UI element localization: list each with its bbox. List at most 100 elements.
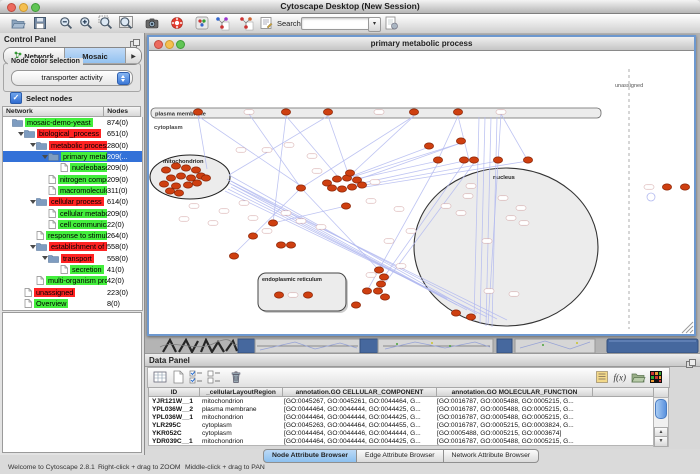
network-node[interactable] <box>183 182 192 188</box>
tree-row-metabolic-process[interactable]: metabolic process280(0) <box>3 140 142 151</box>
tree-expander-icon[interactable] <box>29 245 36 249</box>
network-node[interactable] <box>345 170 354 176</box>
network-node[interactable] <box>341 203 350 209</box>
network-node[interactable] <box>379 274 388 280</box>
network-node[interactable] <box>453 109 462 115</box>
table-row[interactable]: YJR121W__1mitochondrion[GO:0045267, GO:0… <box>149 397 654 405</box>
tab-network-attribute-browser[interactable]: Network Attribute Browser <box>444 449 540 463</box>
network-node[interactable] <box>174 190 183 196</box>
tree-column-nodes[interactable]: Nodes <box>104 106 141 117</box>
vizmapper-icon[interactable] <box>194 15 211 32</box>
network-node[interactable] <box>362 288 371 294</box>
tree-row-nitrogen-compo[interactable]: nitrogen compo209(0) <box>3 173 142 184</box>
table-column-header[interactable]: annotation.GO MOLECULAR_FUNCTION <box>437 387 593 397</box>
open-session-icon[interactable] <box>10 15 27 32</box>
network-edge[interactable] <box>501 114 528 161</box>
network-node[interactable] <box>409 109 418 115</box>
network-node[interactable] <box>523 157 532 163</box>
scroll-down-button[interactable]: ▼ <box>654 436 668 447</box>
network-node[interactable] <box>192 180 201 186</box>
tree-expander-icon[interactable] <box>41 256 48 260</box>
network-window-titlebar[interactable]: primary metabolic process <box>149 37 694 51</box>
help-icon[interactable] <box>169 15 186 32</box>
network-edge[interactable] <box>273 116 286 223</box>
network-node[interactable] <box>433 157 442 163</box>
tree-row-cell-communicat[interactable]: cell communicat22(0) <box>3 219 142 230</box>
network-node[interactable] <box>347 184 356 190</box>
unselect-attributes-icon[interactable] <box>206 369 222 385</box>
select-attributes-icon[interactable] <box>188 369 204 385</box>
birds-eye-view[interactable] <box>2 312 142 453</box>
network-node[interactable] <box>380 294 389 300</box>
tree-row-cellular-metabo[interactable]: cellular metabo209(0) <box>3 207 142 218</box>
zoom-fit-content-icon[interactable] <box>118 15 135 32</box>
tree-row-secretion[interactable]: secretion41(0) <box>3 264 142 275</box>
import-attributes-icon[interactable] <box>630 369 646 385</box>
network-edge[interactable] <box>328 116 349 176</box>
network-node[interactable] <box>323 109 332 115</box>
background-windows-strip[interactable] <box>145 338 700 353</box>
network-node[interactable] <box>680 184 689 190</box>
network-node[interactable] <box>456 138 465 144</box>
network-node[interactable] <box>201 175 210 181</box>
tree-expander-icon[interactable] <box>41 155 48 159</box>
network-node[interactable] <box>337 186 346 192</box>
tree-expander-icon[interactable] <box>29 143 36 147</box>
more-tabs-arrow[interactable]: ▶ <box>126 48 141 64</box>
table-row[interactable]: YLR295Ccytoplasm[GO:0045263, GO:0044464,… <box>149 421 654 429</box>
network-node[interactable] <box>451 310 460 316</box>
network-node[interactable] <box>166 175 175 181</box>
zoom-in-icon[interactable] <box>78 15 95 32</box>
table-row[interactable]: YPL036W__2plasma membrane[GO:0044464, GO… <box>149 405 654 413</box>
dropdown-stepper-icon[interactable] <box>117 72 130 85</box>
network-node[interactable] <box>191 167 200 173</box>
network-node[interactable] <box>165 188 174 194</box>
create-attribute-icon[interactable] <box>170 369 186 385</box>
network-edge[interactable] <box>354 143 461 181</box>
table-row[interactable]: YKR052Ccytoplasm[GO:0044464, GO:0044446,… <box>149 429 654 437</box>
network-node[interactable] <box>193 109 202 115</box>
table-column-header[interactable]: _cellularLayoutRegion <box>200 387 283 397</box>
delete-attribute-icon[interactable] <box>228 369 244 385</box>
network-node[interactable] <box>159 181 168 187</box>
network-node[interactable] <box>376 281 385 287</box>
table-row[interactable]: YPL036W__1mitochondrion[GO:0044464, GO:0… <box>149 413 654 421</box>
network-node[interactable] <box>303 292 312 298</box>
network-node[interactable] <box>351 302 360 308</box>
matrix-view-icon[interactable] <box>648 369 664 385</box>
attribute-list-icon[interactable] <box>594 369 610 385</box>
network-node[interactable] <box>357 182 366 188</box>
select-nodes-checkbox[interactable]: ✓ <box>10 92 22 104</box>
network-node[interactable] <box>466 314 475 320</box>
tree-column-network[interactable]: Network <box>2 106 104 117</box>
network-node[interactable] <box>469 157 478 163</box>
layout-network-alt-icon[interactable] <box>238 15 255 32</box>
network-node[interactable] <box>276 242 285 248</box>
tree-expander-icon[interactable] <box>29 200 36 204</box>
network-node[interactable] <box>296 185 305 191</box>
tree-row-cellular-process[interactable]: cellular process614(0) <box>3 196 142 207</box>
tree-row-establishment-of-lo[interactable]: establishment of lo558(0) <box>3 241 142 252</box>
table-column-header[interactable] <box>593 387 659 397</box>
float-panel-icon[interactable] <box>130 35 140 44</box>
network-node[interactable] <box>424 143 433 149</box>
tree-row-multi-organism-pro[interactable]: multi-organism pro42(0) <box>3 275 142 286</box>
scrollbar-thumb[interactable] <box>655 399 667 419</box>
network-edge[interactable] <box>344 147 429 179</box>
table-column-header[interactable]: annotation.GO CELLULAR_COMPONENT <box>283 387 437 397</box>
tree-expander-icon[interactable] <box>17 132 24 136</box>
network-node[interactable] <box>181 165 190 171</box>
network-node[interactable] <box>459 157 468 163</box>
save-session-icon[interactable] <box>32 15 49 32</box>
search-input[interactable] <box>301 17 371 30</box>
layout-network-icon[interactable] <box>214 15 231 32</box>
network-edge[interactable] <box>229 116 328 175</box>
zoom-out-icon[interactable] <box>58 15 75 32</box>
network-node[interactable] <box>662 184 671 190</box>
tree-row-unassigned[interactable]: unassigned223(0) <box>3 286 142 297</box>
network-node[interactable] <box>493 157 502 163</box>
data-panel-float-icon[interactable] <box>686 355 696 364</box>
tab-node-attribute-browser[interactable]: Node Attribute Browser <box>263 449 357 463</box>
tree-row-biological-process[interactable]: biological_process651(0) <box>3 128 142 139</box>
function-builder-icon[interactable]: f(x) <box>612 369 628 385</box>
